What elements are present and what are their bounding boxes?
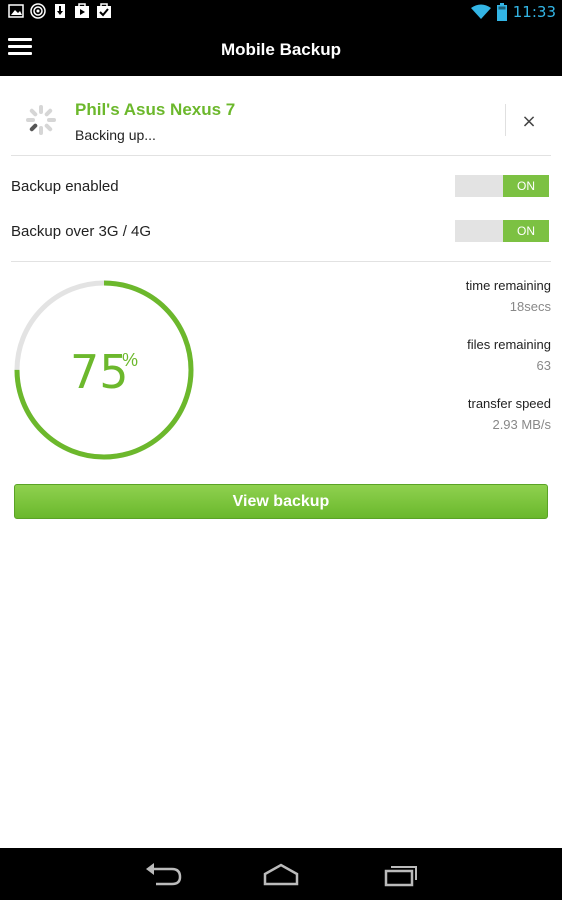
toggle-state: ON xyxy=(503,220,549,242)
notification-icons xyxy=(8,3,112,19)
play-store-icon xyxy=(75,3,89,18)
setting-label: Backup enabled xyxy=(11,178,119,195)
view-backup-button[interactable]: View backup xyxy=(14,484,548,519)
stat-time-remaining: time remaining 18secs xyxy=(331,278,551,314)
stat-value: 2.93 MB/s xyxy=(492,417,551,432)
backup-status: Backing up... xyxy=(75,127,156,143)
setting-backup-mobile-data: Backup over 3G / 4G ON xyxy=(11,220,551,244)
stat-label: files remaining xyxy=(467,337,551,352)
device-name: Phil's Asus Nexus 7 xyxy=(75,100,236,119)
toggle-state: ON xyxy=(503,175,549,197)
recent-apps-icon[interactable] xyxy=(380,860,420,888)
stat-value: 63 xyxy=(536,358,551,373)
progress-percent: 75 xyxy=(70,345,129,399)
app-bar: Mobile Backup xyxy=(0,24,562,76)
navigation-bar xyxy=(0,848,562,900)
close-icon[interactable]: × xyxy=(517,110,541,134)
setting-label: Backup over 3G / 4G xyxy=(11,223,152,240)
loading-spinner-icon xyxy=(26,105,56,135)
system-icons: 11:33 xyxy=(470,0,556,24)
setting-backup-enabled: Backup enabled ON xyxy=(11,175,551,199)
stat-value: 18secs xyxy=(509,299,551,314)
device-card: Phil's Asus Nexus 7 Backing up... × xyxy=(11,86,551,156)
stat-label: time remaining xyxy=(465,278,551,293)
task-check-icon xyxy=(97,3,111,18)
progress-unit: % xyxy=(122,350,139,370)
backup-mobile-data-toggle[interactable]: ON xyxy=(455,220,549,242)
app-title: Mobile Backup xyxy=(221,40,341,59)
battery-icon xyxy=(496,3,507,21)
card-divider xyxy=(505,104,506,136)
back-icon[interactable] xyxy=(144,860,184,888)
stat-files-remaining: files remaining 63 xyxy=(331,337,551,373)
wifi-icon xyxy=(470,4,491,19)
status-bar: 11:33 xyxy=(0,0,562,24)
home-icon[interactable] xyxy=(261,860,301,888)
divider xyxy=(11,261,551,262)
gallery-icon xyxy=(8,4,24,18)
stat-label: transfer speed xyxy=(467,396,551,411)
stat-transfer-speed: transfer speed 2.93 MB/s xyxy=(331,396,551,432)
download-icon xyxy=(55,4,65,18)
radar-icon xyxy=(30,3,46,19)
clock: 11:33 xyxy=(512,3,556,21)
backup-enabled-toggle[interactable]: ON xyxy=(455,175,549,197)
